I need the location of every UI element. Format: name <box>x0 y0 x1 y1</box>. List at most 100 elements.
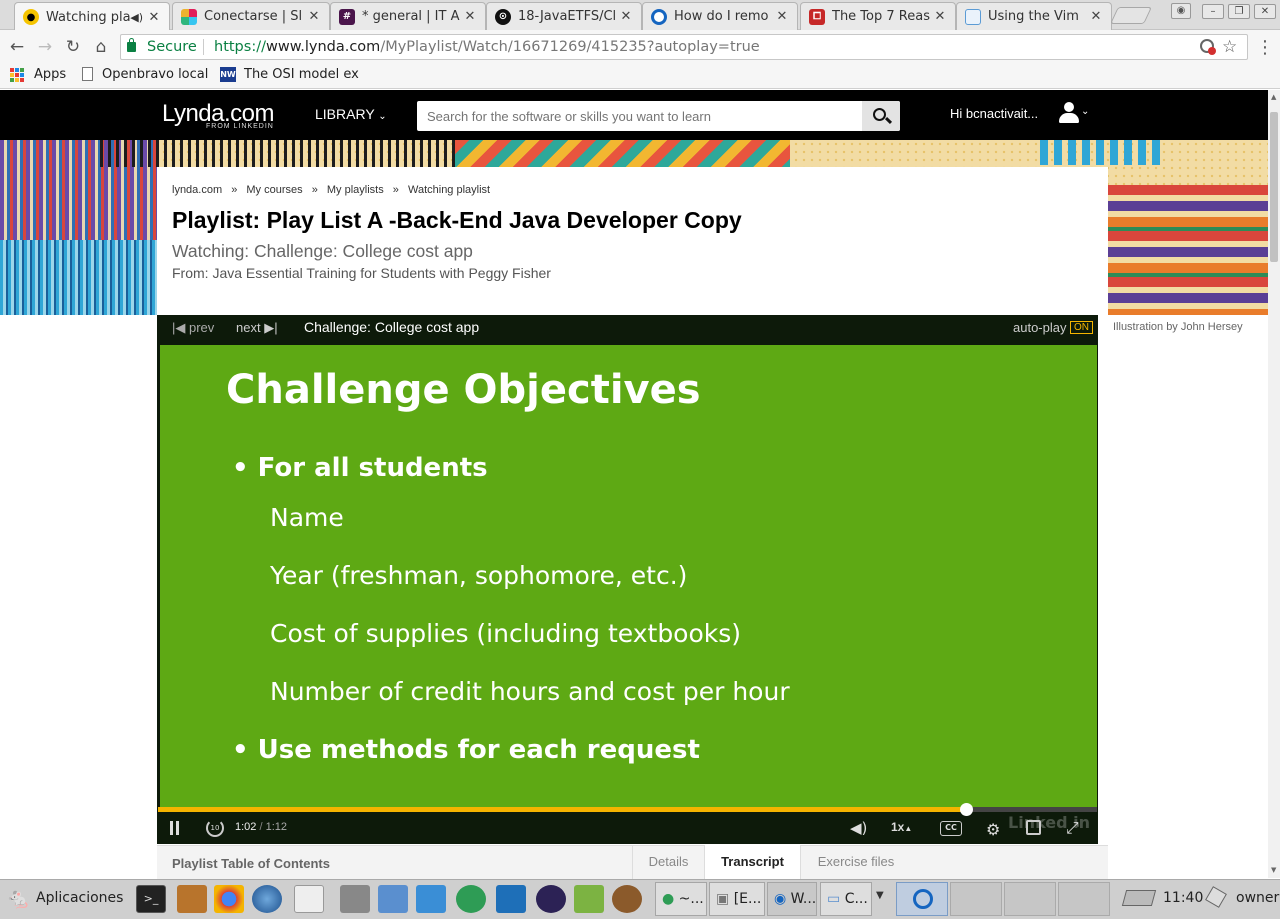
bookmark-star-icon[interactable]: ☆ <box>1222 35 1237 59</box>
illustration-credit: Illustration by John Hersey <box>1113 321 1243 333</box>
chrome-icon[interactable] <box>214 885 244 913</box>
taskbar-window-browser[interactable]: ◉ W... <box>767 882 817 916</box>
tab-how-do-i[interactable]: How do I remo ✕ <box>642 2 798 30</box>
autoplay-toggle[interactable]: ON <box>1070 321 1093 334</box>
profile-icon[interactable]: ◉ <box>1171 3 1191 19</box>
network-icon[interactable] <box>1121 890 1157 906</box>
tab-github[interactable]: ⊙ 18-JavaETFS/Cl ✕ <box>486 2 642 30</box>
workspace-3[interactable] <box>1004 882 1056 916</box>
slide-subitem: Number of credit hours and cost per hour <box>270 677 790 706</box>
bookmark-apps[interactable]: Apps <box>34 67 66 82</box>
tab-slack-general[interactable]: # * general | IT A ✕ <box>330 2 486 30</box>
minimize-window-icon[interactable]: – <box>1202 4 1224 19</box>
tab-exercise-files[interactable]: Exercise files <box>801 845 911 879</box>
clock[interactable]: 11:40 <box>1163 890 1203 906</box>
reload-icon[interactable]: ↻ <box>62 36 84 58</box>
popout-icon[interactable] <box>1026 820 1041 835</box>
vscode-icon[interactable] <box>496 885 526 913</box>
breadcrumb-my-playlists[interactable]: My playlists <box>327 184 384 196</box>
tab-title: 18-JavaETFS/Cl <box>518 9 617 24</box>
eclipse-icon[interactable] <box>536 885 566 913</box>
tab-watching-playlist[interactable]: ● Watching pla ◀) ✕ <box>14 2 170 31</box>
taskbar-window-files[interactable]: ▭ C... <box>820 882 872 916</box>
maximize-window-icon[interactable]: ❐ <box>1228 4 1250 19</box>
close-tab-icon[interactable]: ✕ <box>933 9 947 24</box>
home-icon[interactable]: ⌂ <box>90 36 112 58</box>
tab-top-7[interactable]: ⧠ The Top 7 Reas ✕ <box>800 2 956 30</box>
breadcrumb-home[interactable]: lynda.com <box>172 184 222 196</box>
page-scrollbar[interactable]: ▲ ▼ <box>1268 90 1280 878</box>
playlist-toc-heading[interactable]: Playlist Table of Contents <box>172 856 330 871</box>
system-settings-icon[interactable] <box>340 885 370 913</box>
pause-icon[interactable] <box>168 821 182 836</box>
replay-10-icon[interactable]: 10 <box>206 819 224 837</box>
breadcrumb-watching-playlist[interactable]: Watching playlist <box>408 184 490 196</box>
volume-icon[interactable]: ◀) <box>850 819 867 837</box>
tab-slack[interactable]: Conectarse | Sl ✕ <box>172 2 330 30</box>
url-path: /MyPlaylist/Watch/16671269/415235?autopl… <box>380 39 760 55</box>
playback-speed[interactable]: 1x▲ <box>891 820 912 834</box>
terminal-icon[interactable]: >_ <box>136 885 166 913</box>
slack-icon <box>181 8 197 25</box>
android-studio-icon[interactable] <box>574 885 604 913</box>
secure-label: Secure <box>147 39 197 55</box>
playlist-title: Playlist: Play List A -Back-End Java Dev… <box>172 207 742 233</box>
close-tab-icon[interactable]: ✕ <box>1089 9 1103 24</box>
progress-track[interactable] <box>158 803 1097 816</box>
workspace-4[interactable] <box>1058 882 1110 916</box>
atom-icon[interactable] <box>456 885 486 913</box>
apps-grid-icon[interactable] <box>10 68 24 82</box>
breadcrumb: lynda.com » My courses » My playlists » … <box>172 184 490 196</box>
search-button[interactable] <box>862 101 900 131</box>
slide-title: Challenge Objectives <box>226 367 701 413</box>
taskbar-window-editor[interactable]: ▣ [E... <box>709 882 765 916</box>
address-bar[interactable]: Secure https://www.lynda.com/MyPlaylist/… <box>120 34 1248 60</box>
globe-icon[interactable] <box>252 885 282 913</box>
notes-icon[interactable] <box>177 885 207 913</box>
skip-next-icon: ▶| <box>264 320 278 335</box>
scroll-up-icon[interactable]: ▲ <box>1271 93 1276 101</box>
course-source[interactable]: From: Java Essential Training for Studen… <box>172 265 551 281</box>
bookmark-openbravo[interactable]: Openbravo local <box>102 67 208 82</box>
workspace-2[interactable] <box>950 882 1002 916</box>
back-arrow-icon[interactable]: ← <box>6 36 28 58</box>
scroll-down-icon[interactable]: ▼ <box>1271 866 1276 874</box>
tab-details[interactable]: Details <box>632 845 704 879</box>
folder-icon[interactable] <box>378 885 408 913</box>
video-frame[interactable]: Challenge Objectives • For all students … <box>160 345 1097 832</box>
close-tab-icon[interactable]: ✕ <box>147 10 161 25</box>
xfce-mouse-icon[interactable]: 🐁 <box>6 886 31 910</box>
search-files-icon[interactable] <box>294 885 324 913</box>
next-button[interactable]: next ▶| <box>236 320 278 336</box>
close-tab-icon[interactable]: ✕ <box>775 9 789 24</box>
workspace-1[interactable] <box>896 882 948 916</box>
close-tab-icon[interactable]: ✕ <box>463 9 477 24</box>
close-window-icon[interactable]: ✕ <box>1254 4 1276 19</box>
fullscreen-icon[interactable]: ⤢ <box>1066 818 1079 838</box>
tab-transcript[interactable]: Transcript <box>704 845 801 879</box>
library-menu[interactable]: LIBRARY ⌄ <box>315 106 387 122</box>
chrome-menu-icon[interactable]: ⋮ <box>1256 37 1274 58</box>
close-tab-icon[interactable]: ✕ <box>619 9 633 24</box>
bookmark-osi-model[interactable]: The OSI model ex <box>244 67 359 82</box>
user-greeting[interactable]: Hi bcnactivait... <box>950 106 1038 121</box>
closed-captions-button[interactable]: CC <box>940 821 962 836</box>
playlist-card: lynda.com » My courses » My playlists » … <box>157 167 1108 315</box>
taskbar-window-terminal[interactable]: ● ~... <box>655 882 707 916</box>
window-list-chevron-icon[interactable]: ▼ <box>876 890 884 901</box>
acorn-icon[interactable] <box>612 885 642 913</box>
scrollbar-thumb[interactable] <box>1270 112 1278 262</box>
prev-button[interactable]: |◀ prev <box>172 320 214 336</box>
tab-using-vim[interactable]: Using the Vim ✕ <box>956 2 1112 30</box>
virtualbox-icon[interactable] <box>416 885 446 913</box>
search-input[interactable] <box>417 101 862 131</box>
settings-gear-icon[interactable]: ⚙ <box>986 820 1000 839</box>
user-avatar-icon[interactable] <box>1059 102 1079 124</box>
applications-menu[interactable]: Aplicaciones <box>36 890 123 906</box>
breadcrumb-my-courses[interactable]: My courses <box>246 184 302 196</box>
forward-arrow-icon[interactable]: → <box>34 36 56 58</box>
progress-handle[interactable] <box>959 803 973 816</box>
close-tab-icon[interactable]: ✕ <box>307 9 321 24</box>
chevron-down-icon[interactable]: ⌄ <box>1081 106 1089 117</box>
user-name[interactable]: owner <box>1236 890 1279 906</box>
